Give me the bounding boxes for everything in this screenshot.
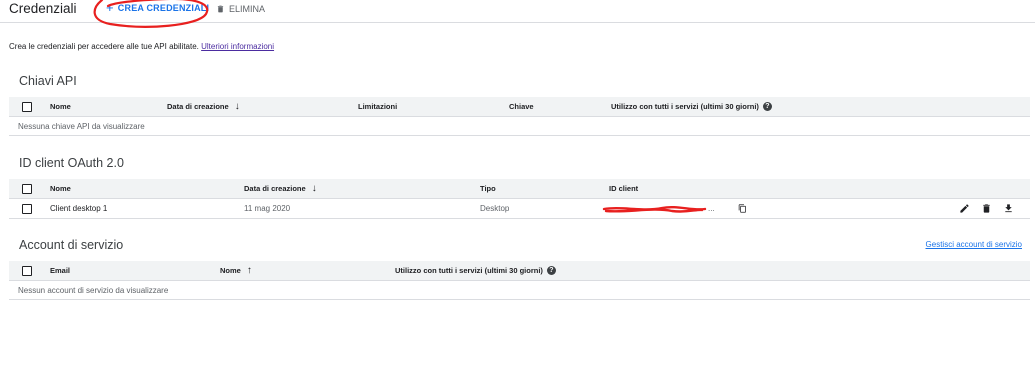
column-header-usage: Utilizzo con tutti i servizi (ultimi 30 …	[395, 261, 556, 280]
column-header-client-id: ID client	[609, 184, 639, 193]
sort-down-icon: ↓	[311, 183, 317, 194]
oauth-table: Nome Data di creazione ↓ Tipo ID client …	[9, 179, 1030, 219]
api-keys-table: Nome Data di creazione ↓ Limitazioni Chi…	[9, 97, 1030, 136]
trash-icon	[217, 5, 224, 13]
copy-icon[interactable]	[738, 199, 747, 218]
row-checkbox[interactable]	[22, 203, 32, 214]
client-name[interactable]: Client desktop 1	[50, 199, 107, 218]
sort-down-icon: ↓	[234, 101, 240, 112]
oauth-title: ID client OAuth 2.0	[19, 156, 124, 170]
manage-service-accounts-link[interactable]: Gestisci account di servizio	[926, 240, 1022, 249]
column-header-created-label: Data di creazione	[244, 184, 306, 193]
api-keys-empty-row: Nessuna chiave API da visualizzare	[9, 117, 1030, 136]
service-accounts-header-row: Email Nome ↑ Utilizzo con tutti i serviz…	[9, 261, 1030, 281]
redaction-scribble	[602, 205, 707, 213]
column-header-usage-label: Utilizzo con tutti i servizi (ultimi 30 …	[611, 102, 759, 111]
column-header-name[interactable]: Nome	[50, 179, 71, 198]
column-header-email[interactable]: Email	[50, 261, 70, 280]
column-header-usage-label: Utilizzo con tutti i servizi (ultimi 30 …	[395, 266, 543, 275]
create-credentials-button[interactable]: + CREA CREDENZIALI	[106, 0, 210, 15]
page-title: Credenziali	[9, 1, 77, 16]
client-type: Desktop	[480, 204, 510, 213]
learn-more-link[interactable]: Ulteriori informazioni	[201, 42, 274, 51]
service-accounts-title: Account di servizio	[19, 238, 124, 252]
column-header-created[interactable]: Data di creazione ↓	[244, 179, 317, 198]
intro-description: Crea le credenziali per accedere alle tu…	[9, 42, 199, 51]
column-header-name[interactable]: Nome	[50, 97, 71, 116]
download-icon[interactable]	[1003, 199, 1014, 218]
column-header-usage: Utilizzo con tutti i servizi (ultimi 30 …	[611, 97, 772, 116]
select-all-checkbox[interactable]	[22, 183, 32, 194]
column-header-created-label: Data di creazione	[167, 102, 229, 111]
service-accounts-empty-row: Nessun account di servizio da visualizza…	[9, 281, 1030, 300]
delete-button[interactable]: ELIMINA	[216, 4, 265, 14]
help-icon[interactable]: ?	[762, 102, 772, 111]
table-row[interactable]: Client desktop 1 11 mag 2020 Desktop ...	[9, 199, 1030, 219]
column-header-restrictions: Limitazioni	[358, 102, 398, 111]
help-icon[interactable]: ?	[546, 266, 556, 275]
client-created-date: 11 mag 2020	[244, 204, 291, 213]
oauth-header-row: Nome Data di creazione ↓ Tipo ID client	[9, 179, 1030, 199]
service-accounts-table: Email Nome ↑ Utilizzo con tutti i serviz…	[9, 261, 1030, 300]
column-header-name[interactable]: Nome ↑	[220, 261, 252, 280]
service-accounts-empty-message: Nessun account di servizio da visualizza…	[18, 285, 169, 295]
delete-label: ELIMINA	[229, 4, 266, 14]
sort-up-icon: ↑	[246, 265, 252, 276]
api-keys-empty-message: Nessuna chiave API da visualizzare	[18, 121, 145, 131]
select-all-checkbox[interactable]	[22, 101, 32, 112]
client-id-suffix: ...	[708, 204, 715, 213]
api-keys-title: Chiavi API	[19, 74, 77, 88]
client-id-redacted: ...	[602, 199, 715, 218]
column-header-key: Chiave	[509, 102, 534, 111]
column-header-created[interactable]: Data di creazione ↓	[167, 97, 240, 116]
column-header-name-label: Nome	[220, 266, 241, 275]
top-toolbar: Credenziali + CREA CREDENZIALI ELIMINA	[0, 0, 1035, 28]
column-header-type: Tipo	[480, 184, 496, 193]
plus-icon: +	[106, 0, 114, 15]
intro-text: Crea le credenziali per accedere alle tu…	[9, 42, 274, 51]
edit-icon[interactable]	[959, 199, 970, 218]
api-keys-header-row: Nome Data di creazione ↓ Limitazioni Chi…	[9, 97, 1030, 117]
select-all-checkbox[interactable]	[22, 265, 32, 276]
delete-icon[interactable]	[981, 199, 992, 218]
create-credentials-label: CREA CREDENZIALI	[117, 3, 210, 13]
